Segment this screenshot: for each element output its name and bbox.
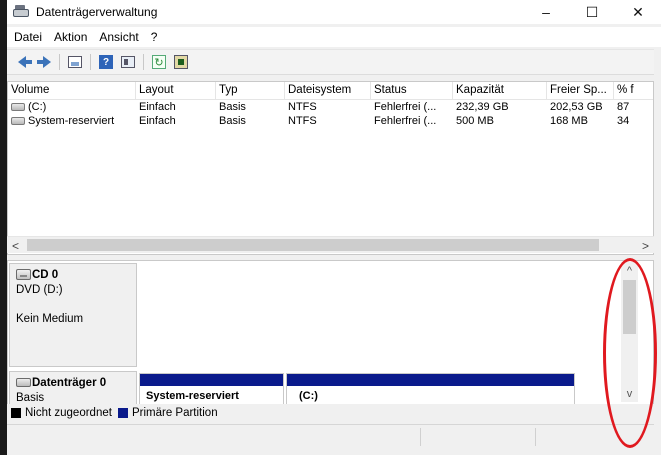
disk-0-name: Datenträger 0 — [32, 377, 107, 389]
column-typ[interactable]: Typ — [216, 82, 285, 100]
cell-typ: Basis — [219, 115, 246, 127]
status-divider — [535, 428, 536, 446]
close-button[interactable]: ✕ — [615, 0, 661, 24]
cell-typ: Basis — [219, 101, 246, 113]
menu-help[interactable]: ? — [151, 30, 158, 44]
volume-list: Volume Layout Typ Dateisystem Status Kap… — [7, 81, 654, 255]
back-icon — [18, 56, 32, 68]
legend-primary-partition: Primäre Partition — [117, 407, 218, 419]
primary-partition-bar — [287, 374, 574, 386]
menu-ansicht[interactable]: Ansicht — [99, 30, 138, 44]
cd-0-info[interactable]: CD 0 DVD (D:) Kein Medium — [9, 263, 137, 367]
cell-prozent-frei: 34 — [617, 115, 630, 127]
forward-icon — [37, 56, 51, 68]
column-prozent-frei[interactable]: % f — [614, 82, 653, 100]
table-row[interactable]: System-reserviert Einfach Basis NTFS Feh… — [8, 114, 653, 128]
cd-0-title: CD 0 — [16, 268, 130, 283]
toolbar-separator — [90, 54, 91, 70]
title-bar: Datenträgerverwaltung – ☐ ✕ — [7, 0, 661, 24]
table-row[interactable]: (C:) Einfach Basis NTFS Fehlerfrei (... … — [8, 100, 653, 114]
show-panel-icon — [68, 56, 82, 68]
legend-label: Primäre Partition — [131, 407, 218, 419]
maximize-button[interactable]: ☐ — [569, 0, 615, 24]
disk-0-title: Datenträger 0 — [16, 376, 130, 391]
refresh-button[interactable]: ↻ — [150, 53, 168, 71]
cell-kapazitaet: 500 MB — [456, 115, 494, 127]
primary-partition-bar — [140, 374, 283, 386]
column-kapazitaet[interactable]: Kapazität — [453, 82, 547, 100]
horizontal-scroll-thumb[interactable] — [27, 239, 599, 251]
highlight-annotation — [603, 258, 657, 448]
cd-0-name: CD 0 — [32, 269, 59, 281]
primary-partition-swatch — [117, 408, 128, 418]
scroll-left-button[interactable]: < — [7, 237, 24, 254]
unallocated-swatch — [11, 408, 21, 418]
disk-management-window: Datenträgerverwaltung – ☐ ✕ Datei Aktion… — [0, 0, 661, 455]
console-view-button[interactable] — [119, 53, 137, 71]
menu-bar: Datei Aktion Ansicht ? — [7, 27, 661, 47]
volume-list-header: Volume Layout Typ Dateisystem Status Kap… — [8, 82, 653, 100]
partition-label: (C:) — [299, 390, 318, 402]
cell-status: Fehlerfrei (... — [374, 115, 437, 127]
drive-icon — [11, 103, 25, 111]
properties-button[interactable] — [172, 53, 190, 71]
cd-0-status: Kein Medium — [16, 313, 84, 325]
legend: Nicht zugeordnet Primäre Partition — [7, 404, 654, 422]
column-layout[interactable]: Layout — [136, 82, 216, 100]
properties-icon — [174, 55, 188, 69]
cell-freier-speicher: 202,53 GB — [550, 101, 603, 113]
toolbar: ? ↻ — [7, 49, 654, 75]
toolbar-separator — [143, 54, 144, 70]
cell-layout: Einfach — [139, 115, 176, 127]
back-button[interactable] — [13, 53, 32, 71]
scroll-right-button[interactable]: > — [637, 237, 654, 254]
cell-dateisystem: NTFS — [288, 101, 317, 113]
hard-disk-icon — [16, 378, 31, 387]
cd-drive-icon — [16, 269, 31, 280]
forward-button[interactable] — [35, 53, 53, 71]
volume-name: System-reserviert — [28, 115, 115, 127]
window-border — [0, 0, 7, 455]
cell-kapazitaet: 232,39 GB — [456, 101, 509, 113]
cell-volume: (C:) — [8, 100, 136, 114]
column-volume[interactable]: Volume — [8, 82, 136, 100]
partition-label: System-reserviert — [146, 390, 239, 402]
legend-label: Nicht zugeordnet — [25, 407, 112, 419]
help-icon: ? — [99, 55, 113, 69]
disk-graphical-view: CD 0 DVD (D:) Kein Medium Datenträger 0 … — [7, 260, 654, 422]
legend-unallocated: Nicht zugeordnet — [11, 407, 112, 419]
menu-aktion[interactable]: Aktion — [54, 30, 87, 44]
cell-status: Fehlerfrei (... — [374, 101, 437, 113]
status-divider — [420, 428, 421, 446]
minimize-button[interactable]: – — [523, 0, 569, 24]
window-title: Datenträgerverwaltung — [36, 5, 158, 19]
cell-volume: System-reserviert — [8, 114, 136, 128]
drive-icon — [11, 117, 25, 125]
horizontal-scrollbar[interactable]: < > — [7, 236, 654, 253]
toolbar-separator — [59, 54, 60, 70]
status-bar — [7, 424, 654, 448]
help-button[interactable]: ? — [97, 53, 115, 71]
volume-name: (C:) — [28, 101, 47, 113]
cd-0-type: DVD (D:) — [16, 284, 63, 296]
cell-freier-speicher: 168 MB — [550, 115, 588, 127]
console-view-icon — [121, 56, 135, 68]
cell-dateisystem: NTFS — [288, 115, 317, 127]
refresh-icon: ↻ — [152, 55, 166, 69]
menu-datei[interactable]: Datei — [14, 30, 42, 44]
show-panel-button[interactable] — [66, 53, 84, 71]
column-status[interactable]: Status — [371, 82, 453, 100]
cell-prozent-frei: 87 — [617, 101, 630, 113]
column-freier-speicher[interactable]: Freier Sp... — [547, 82, 614, 100]
cell-layout: Einfach — [139, 101, 176, 113]
column-dateisystem[interactable]: Dateisystem — [285, 82, 371, 100]
disk-management-icon — [13, 5, 29, 19]
